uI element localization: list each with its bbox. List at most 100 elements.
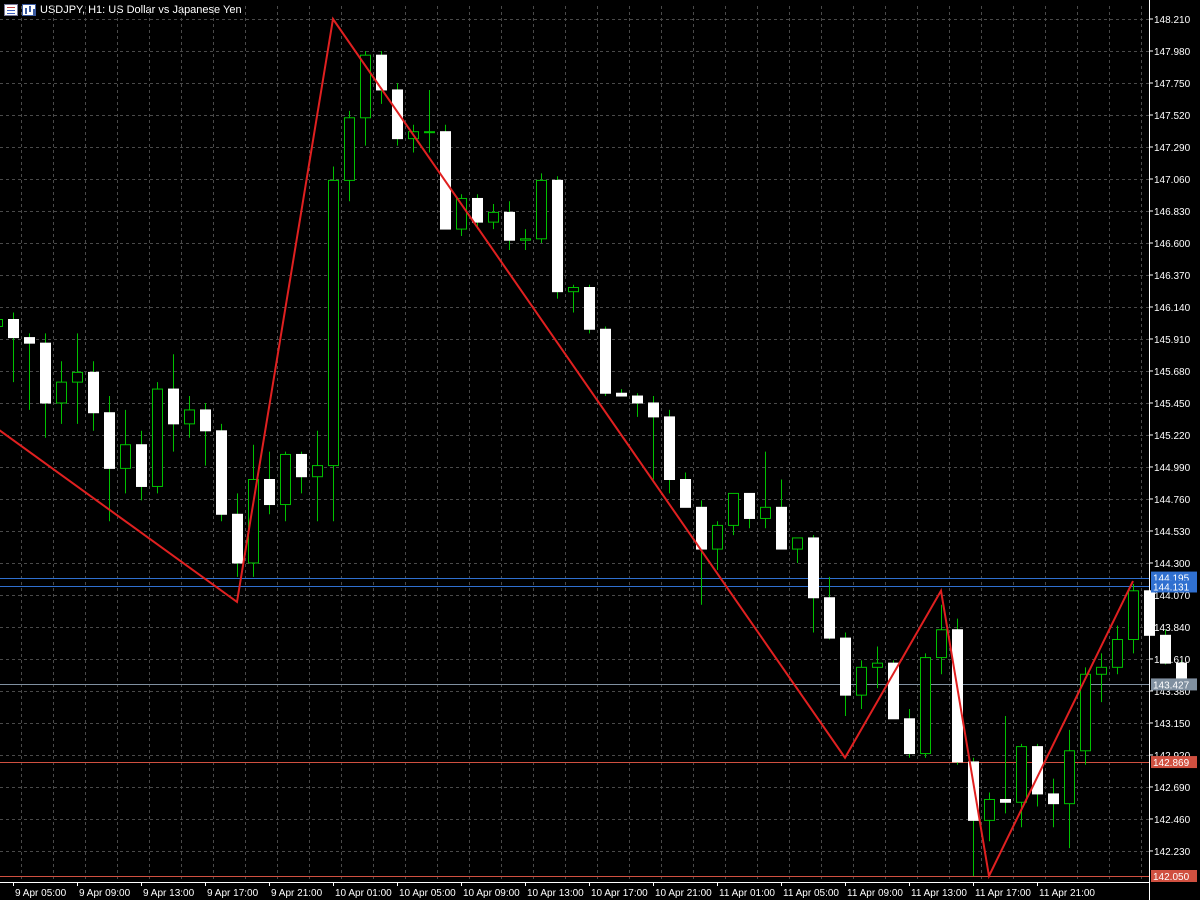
candle [616, 389, 627, 397]
price-tick-label: 147.750 [1154, 79, 1191, 90]
candle-body [200, 409, 211, 432]
candle-body [312, 465, 323, 478]
price-tick-label: 145.910 [1154, 335, 1191, 346]
candle [664, 409, 675, 494]
price-tick-label: 147.980 [1154, 47, 1191, 58]
candle [680, 472, 691, 508]
candle-body [1016, 746, 1027, 803]
price-tick-label: 146.140 [1154, 303, 1191, 314]
candle [520, 229, 531, 250]
time-tick-label: 9 Apr 09:00 [79, 888, 131, 899]
price-chart[interactable]: 148.210 147.980 147.750 147.520 147.290 147.0… [0, 0, 1200, 900]
time-tick-label: 9 Apr 17:00 [207, 888, 259, 899]
time-tick-label: 10 Apr 21:00 [655, 888, 712, 899]
candle [264, 451, 275, 515]
price-tick-label: 148.210 [1154, 15, 1191, 26]
time-tick-label: 10 Apr 17:00 [591, 888, 648, 899]
candle-body [280, 453, 291, 506]
candle-body [680, 478, 691, 508]
candle-body [184, 409, 195, 425]
candle-body [472, 197, 483, 223]
candle-body [8, 319, 19, 339]
price-tick-label: 147.290 [1154, 143, 1191, 154]
candle-body [552, 179, 563, 293]
candle-body [568, 287, 579, 293]
candle [280, 451, 291, 522]
candle-body [504, 211, 515, 241]
candle [808, 535, 819, 633]
price-tick-label: 143.840 [1154, 623, 1191, 634]
candle-body [264, 478, 275, 506]
candle-body [760, 506, 771, 519]
time-tick-label: 11 Apr 17:00 [975, 888, 1031, 899]
price-level-label: 143.427 [1153, 680, 1190, 691]
candle [216, 423, 227, 522]
candle-body [1128, 590, 1139, 640]
price-tick-label: 147.520 [1154, 111, 1191, 122]
candle-body [872, 662, 883, 668]
grid-lines [0, 6, 1149, 882]
candle [1080, 667, 1091, 765]
candle-body [152, 388, 163, 487]
candle-body [24, 337, 35, 344]
price-levels [0, 578, 1149, 877]
candle-body [0, 319, 3, 327]
candle [152, 382, 163, 494]
candle [584, 284, 595, 334]
candle [744, 492, 755, 529]
candle-body [72, 371, 83, 383]
price-tick-label: 146.600 [1154, 239, 1191, 250]
candle-body [728, 492, 739, 526]
candle [792, 537, 803, 563]
candle [56, 361, 67, 424]
time-tick-label: 11 Apr 13:00 [911, 888, 967, 899]
candle-body [1000, 798, 1011, 803]
candle-body [296, 453, 307, 478]
price-level-label: 142.050 [1153, 872, 1190, 883]
candle-body [328, 179, 339, 467]
candle [72, 333, 83, 424]
time-tick-label: 9 Apr 21:00 [271, 888, 323, 899]
candle [776, 479, 787, 550]
candle-body [744, 492, 755, 519]
candle-body [120, 444, 131, 469]
price-tick-label: 142.460 [1154, 815, 1191, 826]
time-tick-label: 10 Apr 09:00 [463, 888, 520, 899]
candle-body [904, 718, 915, 755]
candle [968, 757, 979, 876]
candle [312, 430, 323, 522]
candle [1112, 625, 1123, 675]
candle [840, 632, 851, 717]
price-level-label: 144.131 [1153, 582, 1190, 593]
price-tick-label: 144.530 [1154, 527, 1191, 538]
candle [392, 82, 403, 146]
candles [0, 50, 1187, 876]
candle-body [104, 412, 115, 469]
candle [168, 354, 179, 452]
time-tick-label: 10 Apr 05:00 [399, 888, 456, 899]
candle-body [920, 657, 931, 755]
candle-body [792, 537, 803, 550]
candle-body [936, 629, 947, 659]
price-tick-label: 144.990 [1154, 463, 1191, 474]
candle-body [1112, 638, 1123, 668]
candle [8, 312, 19, 383]
candle [760, 451, 771, 529]
candle-body [664, 416, 675, 480]
candle [136, 430, 147, 501]
candle-body [136, 444, 147, 487]
candle-body [168, 388, 179, 425]
candle [872, 646, 883, 689]
candle-body [776, 506, 787, 550]
candle-body [600, 328, 611, 394]
candle [904, 709, 915, 758]
price-tick-label: 145.220 [1154, 431, 1191, 442]
candle [648, 396, 659, 480]
candle-body [488, 211, 499, 223]
candle-body [968, 761, 979, 821]
candle [552, 176, 563, 299]
price-tick-label: 143.610 [1154, 655, 1191, 666]
time-tick-label: 9 Apr 05:00 [15, 888, 67, 899]
candle-body [712, 524, 723, 550]
candle-body [648, 402, 659, 418]
